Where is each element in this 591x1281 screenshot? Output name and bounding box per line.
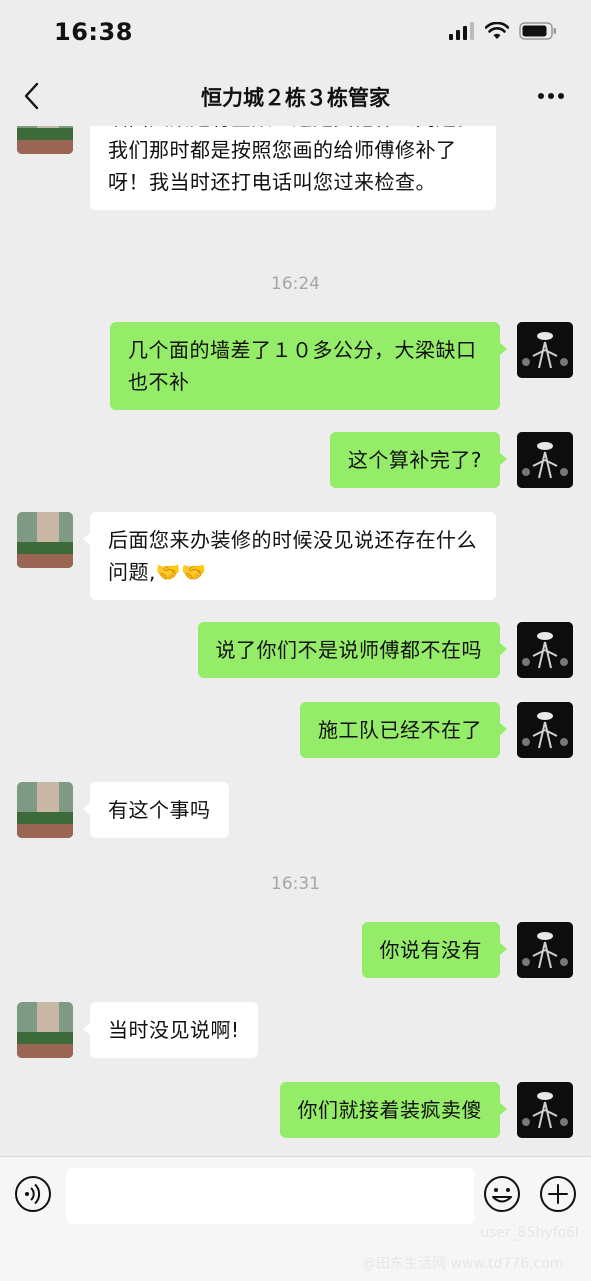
avatar-self[interactable] <box>517 622 573 678</box>
message-bubble[interactable]: 你说有没有 <box>361 922 507 978</box>
watermark-user: user_85hyfo6l <box>480 1225 579 1241</box>
avatar-self[interactable] <box>517 432 573 488</box>
avatar-other[interactable] <box>17 1002 73 1058</box>
battery-icon <box>519 22 556 40</box>
avatar-self[interactable] <box>517 922 573 978</box>
message-bubble[interactable]: 几个面的墙差了１０多公分，大梁缺口也不补 <box>110 322 507 410</box>
timestamp: 16:24 <box>271 274 320 294</box>
avatar-other[interactable] <box>17 126 73 154</box>
signal-icon <box>449 22 474 40</box>
status-time: 16:38 <box>54 18 133 46</box>
voice-button[interactable] <box>14 1175 52 1213</box>
input-bar: user_85hyfo6l @田东生活网 www.td776.com <box>0 1156 591 1281</box>
chat-title: 恒力城２栋３栋管家 <box>201 86 390 110</box>
avatar-self[interactable] <box>517 1082 573 1138</box>
message-bubble[interactable]: 说了你们不是说师傅都不在吗 <box>197 622 507 678</box>
status-icons <box>449 22 557 40</box>
plus-button[interactable] <box>539 1175 577 1213</box>
avatar-other[interactable] <box>17 512 73 568</box>
message-bubble[interactable]: 这个算补完了? <box>329 432 508 488</box>
watermark-site: @田东生活网 www.td776.com <box>362 1256 564 1272</box>
message-bubble[interactable]: 有这个事吗 <box>83 782 229 838</box>
avatar-self[interactable] <box>517 322 573 378</box>
avatar-other[interactable] <box>17 782 73 838</box>
message-bubble[interactable]: 你们就接着装疯卖傻 <box>279 1082 507 1138</box>
voice-icon <box>15 1176 51 1212</box>
message-bubble[interactable]: 墙面大桌是有空数？还是其他什么问题。我们那时都是按照您画的给师傅修补了呀！我当时… <box>90 126 496 210</box>
chat-area[interactable]: 墙面大桌是有空数？还是其他什么问题。我们那时都是按照您画的给师傅修补了呀！我当时… <box>0 126 591 1156</box>
message-bubble[interactable]: 当时没见说啊! <box>83 1002 258 1058</box>
emoji-button[interactable] <box>483 1175 521 1213</box>
message-bubble[interactable]: 后面您来办装修的时候没见说还存在什么问题,🤝🤝 <box>83 512 496 600</box>
wifi-icon <box>485 22 509 39</box>
avatar-self[interactable] <box>517 702 573 758</box>
message-bubble[interactable]: 施工队已经不在了 <box>300 702 507 758</box>
nav-bar: 恒力城２栋３栋管家 <box>0 66 591 126</box>
plus-icon <box>540 1176 576 1212</box>
status-bar: 16:38 <box>0 0 591 66</box>
timestamp: 16:31 <box>271 874 320 894</box>
message-input[interactable] <box>66 1168 474 1224</box>
more-button[interactable] <box>531 80 571 112</box>
more-horizontal-icon <box>538 93 564 99</box>
emoji-icon <box>484 1176 520 1212</box>
